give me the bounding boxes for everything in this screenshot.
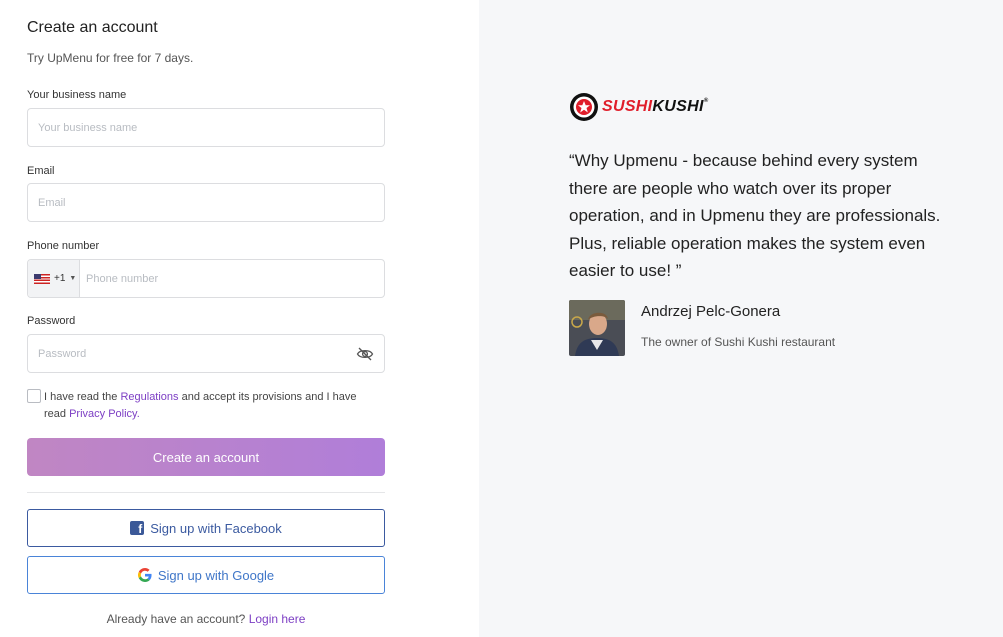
sushi-kushi-logo-icon	[570, 93, 598, 121]
google-signup-button[interactable]: Sign up with Google	[27, 556, 385, 594]
page-title: Create an account	[27, 19, 158, 36]
google-signup-label: Sign up with Google	[157, 567, 275, 583]
testimonial-quote: “Why Upmenu - because behind every syste…	[569, 151, 941, 281]
business-name-input[interactable]	[28, 109, 384, 146]
google-icon	[137, 568, 152, 582]
logo-text-sushi: SUSHI	[602, 98, 653, 115]
email-field[interactable]	[27, 183, 385, 222]
country-code-select[interactable]: +1 ▼	[28, 260, 80, 297]
facebook-signup-button[interactable]: f Sign up with Facebook	[27, 509, 385, 547]
facebook-icon: f	[130, 521, 145, 535]
page-subtitle: Try UpMenu for free for 7 days.	[27, 51, 194, 65]
phone-input[interactable]	[80, 260, 384, 297]
login-link[interactable]: Login here	[249, 612, 306, 626]
facebook-signup-label: Sign up with Facebook	[150, 520, 282, 536]
logo-registered-mark: ®	[703, 98, 709, 104]
regulations-link[interactable]: Regulations	[120, 391, 178, 403]
terms-checkbox[interactable]	[27, 389, 41, 403]
logo-text-kushi: KUSHI	[652, 98, 704, 115]
hide-password-icon[interactable]	[356, 345, 374, 363]
chevron-down-icon: ▼	[69, 275, 77, 282]
email-label: Email	[27, 165, 55, 177]
email-input[interactable]	[28, 184, 384, 221]
author-role: The owner of Sushi Kushi restaurant	[641, 335, 836, 349]
author-avatar	[569, 300, 625, 356]
login-prompt: Already have an account?	[106, 612, 246, 626]
phone-label: Phone number	[27, 240, 100, 252]
phone-input-wrap	[80, 260, 384, 297]
password-label: Password	[27, 315, 76, 327]
us-flag-icon	[34, 273, 50, 284]
signup-panel: Create an account Try UpMenu for free fo…	[0, 0, 479, 637]
sushi-kushi-logo: SUSHIKUSHI®	[569, 92, 708, 122]
terms-text-end: .	[136, 408, 140, 420]
login-line: Already have an account? Login here	[0, 612, 412, 626]
business-name-label: Your business name	[27, 89, 127, 101]
business-name-field[interactable]	[27, 108, 385, 147]
country-code-value: +1	[54, 273, 66, 284]
divider	[27, 492, 385, 493]
privacy-policy-link[interactable]: Privacy Policy	[69, 408, 137, 420]
phone-field: +1 ▼	[27, 259, 385, 298]
password-field[interactable]	[27, 334, 385, 373]
logo-wordmark: SUSHIKUSHI®	[602, 98, 708, 116]
author-name: Andrzej Pelc-Gonera	[641, 303, 781, 320]
password-input[interactable]	[28, 335, 384, 372]
terms-text: I have read the Regulations and accept i…	[44, 389, 374, 423]
create-account-button[interactable]: Create an account	[27, 438, 385, 476]
terms-text-part: I have read the	[44, 391, 121, 403]
